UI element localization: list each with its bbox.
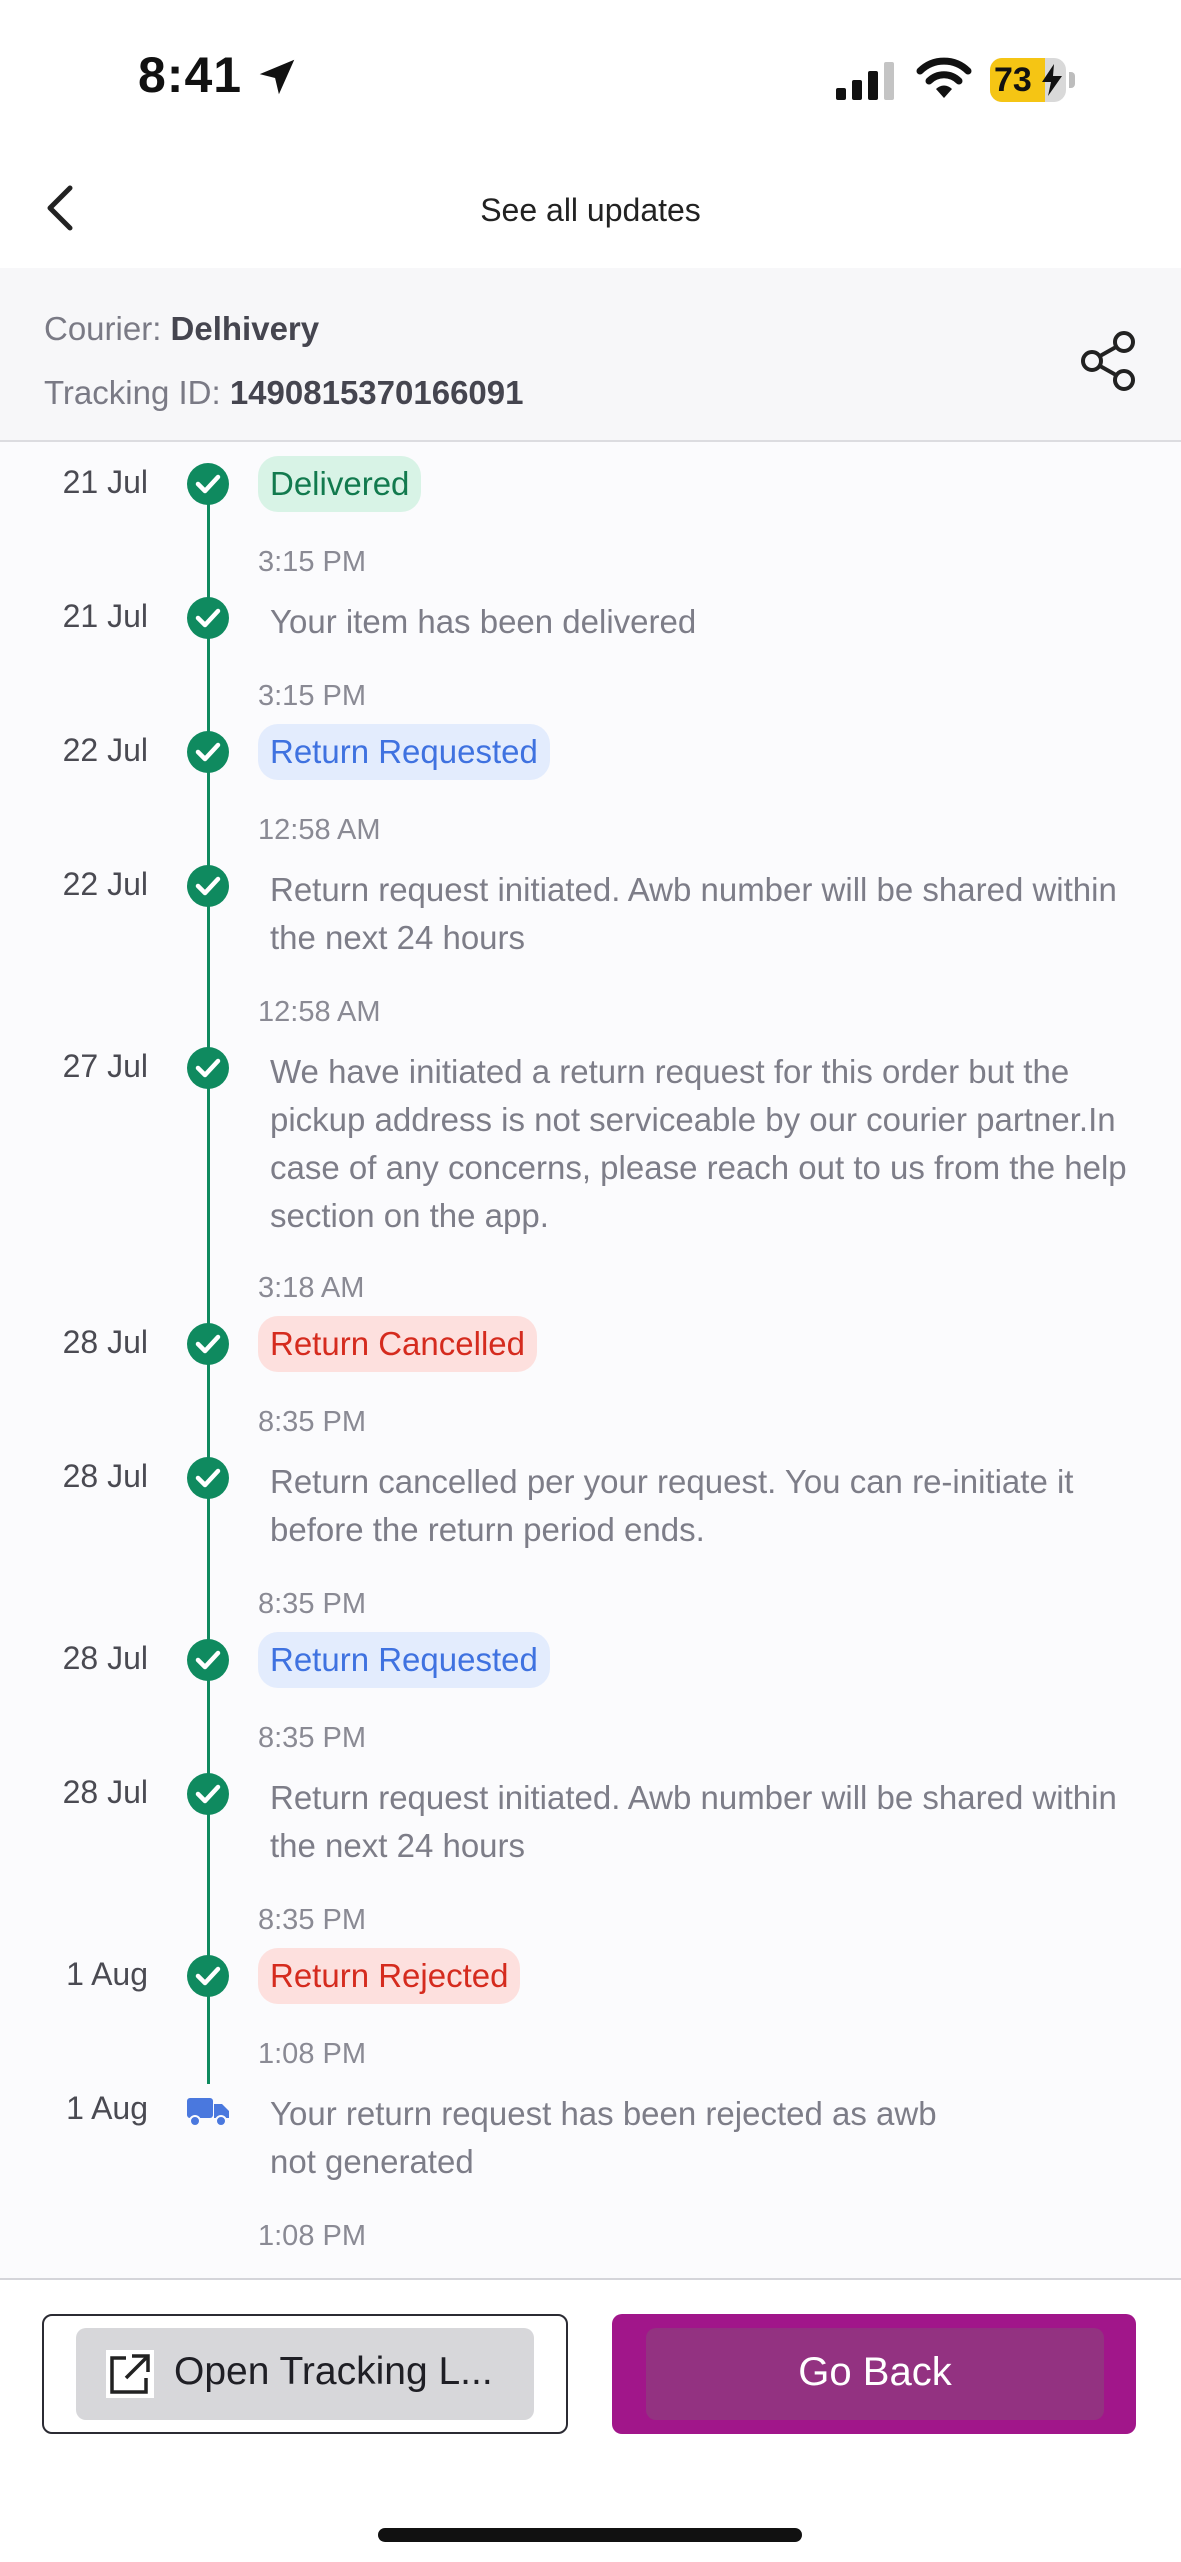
courier-info-panel: Courier: Delhivery Tracking ID: 14908153… bbox=[0, 268, 1181, 442]
share-icon[interactable] bbox=[1080, 330, 1138, 392]
status-badge-return-requested: Return Requested bbox=[258, 724, 550, 780]
check-circle-icon bbox=[187, 1323, 229, 1365]
check-circle-icon bbox=[187, 463, 229, 505]
event-time: 3:15 PM bbox=[258, 546, 366, 578]
event-time: 8:35 PM bbox=[258, 1588, 366, 1620]
bottom-action-bar: Open Tracking L... Go Back bbox=[0, 2278, 1181, 2562]
event-time: 8:35 PM bbox=[258, 1406, 366, 1438]
check-circle-icon bbox=[187, 597, 229, 639]
event-description: Return cancelled per your request. You c… bbox=[270, 1463, 1074, 1548]
event-description: Your return request has been rejected as… bbox=[270, 2095, 937, 2180]
battery-tip bbox=[1069, 72, 1075, 88]
go-back-label: Go Back bbox=[798, 2350, 952, 2394]
check-circle-icon bbox=[187, 1955, 229, 1997]
go-back-button[interactable]: Go Back bbox=[612, 2314, 1136, 2434]
courier-label: Courier: bbox=[44, 310, 162, 347]
event-time: 8:35 PM bbox=[258, 1722, 366, 1754]
battery-indicator: 73 bbox=[990, 58, 1076, 102]
tracking-label: Tracking ID: bbox=[44, 374, 221, 411]
top-nav-bar: See all updates bbox=[0, 150, 1181, 270]
event-date: 1 Aug bbox=[66, 1956, 148, 1992]
event-time: 1:08 PM bbox=[258, 2220, 366, 2252]
status-badge-return-cancelled: Return Cancelled bbox=[258, 1316, 537, 1372]
tracking-id: 1490815370166091 bbox=[229, 374, 524, 411]
check-circle-icon bbox=[187, 1457, 229, 1499]
wifi-icon bbox=[916, 57, 972, 98]
cellular-signal-icon bbox=[836, 62, 894, 100]
event-time: 12:58 AM bbox=[258, 996, 381, 1028]
open-tracking-link-button[interactable]: Open Tracking L... bbox=[42, 2314, 568, 2434]
go-back-button-fill: Go Back bbox=[646, 2328, 1104, 2420]
event-description: Return request initiated. Awb number wil… bbox=[270, 1779, 1117, 1864]
delivery-truck-icon bbox=[187, 2098, 229, 2127]
status-bar: 8:41 73 bbox=[0, 0, 1181, 150]
check-circle-icon bbox=[187, 865, 229, 907]
status-badge-return-requested: Return Requested bbox=[258, 1632, 550, 1688]
check-circle-icon bbox=[187, 1773, 229, 1815]
page-title: See all updates bbox=[480, 192, 701, 228]
event-time: 3:18 AM bbox=[258, 1272, 365, 1304]
event-date: 28 Jul bbox=[62, 1324, 148, 1360]
event-description: Your item has been delivered bbox=[270, 603, 697, 640]
event-date: 28 Jul bbox=[62, 1774, 148, 1810]
event-description: We have initiated a return request for t… bbox=[270, 1053, 1127, 1234]
charging-bolt-icon bbox=[1042, 64, 1062, 96]
event-description: Return request initiated. Awb number wil… bbox=[270, 871, 1117, 956]
check-circle-icon bbox=[187, 1639, 229, 1681]
event-date: 21 Jul bbox=[62, 598, 148, 634]
event-time: 1:08 PM bbox=[258, 2038, 366, 2070]
battery-percent: 73 bbox=[994, 61, 1032, 99]
status-badge-return-rejected: Return Rejected bbox=[258, 1948, 521, 2004]
status-badge-delivered: Delivered bbox=[258, 456, 422, 512]
event-date: 28 Jul bbox=[62, 1458, 148, 1494]
event-date: 22 Jul bbox=[62, 732, 148, 768]
tracking-row: Tracking ID: 1490815370166091 bbox=[44, 374, 523, 412]
courier-row: Courier: Delhivery bbox=[44, 310, 319, 348]
event-date: 28 Jul bbox=[62, 1640, 148, 1676]
event-time: 8:35 PM bbox=[258, 1904, 366, 1936]
status-time: 8:41 bbox=[138, 47, 243, 103]
event-time: 3:15 PM bbox=[258, 680, 366, 712]
check-circle-icon bbox=[187, 731, 229, 773]
home-indicator bbox=[378, 2528, 802, 2542]
courier-name: Delhivery bbox=[170, 310, 320, 347]
event-date: 27 Jul bbox=[62, 1048, 148, 1084]
event-date: 1 Aug bbox=[66, 2090, 148, 2126]
event-date: 22 Jul bbox=[62, 866, 148, 902]
location-arrow-icon bbox=[259, 59, 295, 95]
timeline-connector-line bbox=[207, 480, 210, 2084]
open-tracking-label: Open Tracking L... bbox=[174, 2350, 493, 2393]
event-date: 21 Jul bbox=[62, 464, 148, 500]
external-link-icon bbox=[106, 2350, 154, 2398]
tracking-timeline: 21 Jul Delivered 3:15 PM 21 Jul Your ite… bbox=[0, 442, 1181, 2278]
event-time: 12:58 AM bbox=[258, 814, 381, 846]
open-tracking-button-fill: Open Tracking L... bbox=[76, 2328, 534, 2420]
check-circle-icon bbox=[187, 1047, 229, 1089]
